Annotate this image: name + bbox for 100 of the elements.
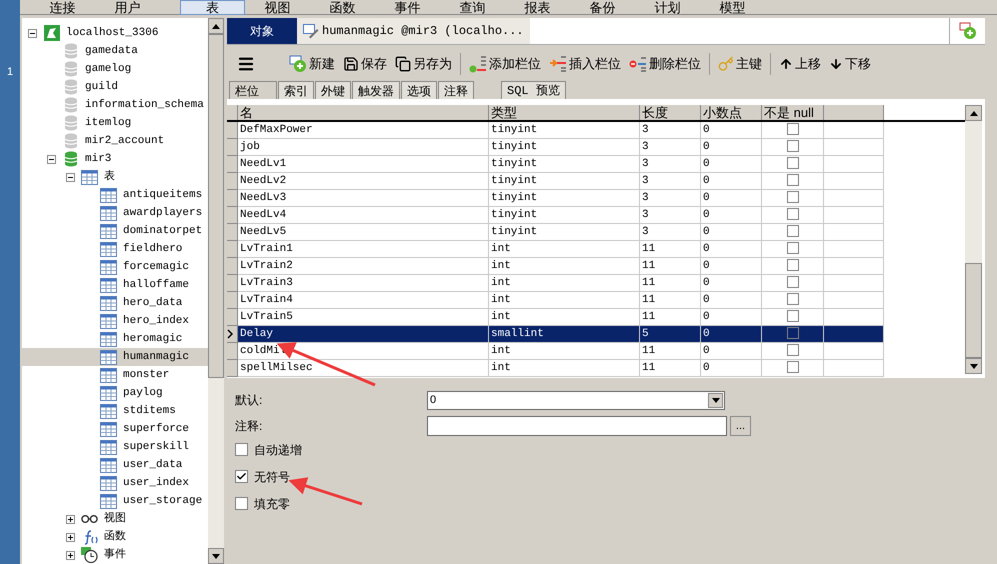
tree-item[interactable]: 事件 bbox=[22, 546, 208, 564]
tree-item[interactable]: user_storage bbox=[22, 492, 208, 510]
tree-item[interactable]: mir3 bbox=[22, 150, 208, 168]
menu-tab[interactable]: 计划 bbox=[635, 0, 700, 14]
checkbox[interactable] bbox=[786, 344, 798, 356]
tree-item[interactable]: heromagic bbox=[22, 330, 208, 348]
scroll-down-icon[interactable] bbox=[970, 364, 978, 368]
menu-tab[interactable]: 报表 bbox=[505, 0, 570, 14]
table-row[interactable]: DefMaxPower tinyint 3 0 bbox=[227, 122, 965, 139]
checkbox[interactable] bbox=[786, 123, 798, 135]
default-dropdown[interactable]: 0 bbox=[427, 390, 725, 410]
tree-item[interactable]: humanmagic bbox=[22, 348, 208, 366]
column-header[interactable]: 类型 bbox=[489, 105, 640, 120]
checkbox[interactable] bbox=[786, 208, 798, 220]
tree-item[interactable]: superforce bbox=[22, 420, 208, 438]
scroll-down-icon[interactable] bbox=[212, 554, 220, 558]
checkbox[interactable] bbox=[786, 259, 798, 271]
collapse-icon[interactable] bbox=[28, 28, 37, 38]
checkbox[interactable] bbox=[786, 293, 798, 305]
column-header[interactable]: 长度 bbox=[640, 105, 701, 120]
tree-item[interactable]: 表 bbox=[22, 168, 208, 186]
toolbar-button[interactable]: 保存 bbox=[343, 54, 387, 74]
tree-item[interactable]: monster bbox=[22, 366, 208, 384]
tree-item[interactable]: user_index bbox=[22, 474, 208, 492]
tree-item[interactable]: 视图 bbox=[22, 510, 208, 528]
menu-tab[interactable]: 视图 bbox=[245, 0, 310, 14]
object-tab[interactable]: humanmagic @mir3 (localho... bbox=[297, 18, 530, 44]
checkbox[interactable] bbox=[786, 242, 798, 254]
checkbox[interactable] bbox=[235, 497, 248, 510]
expand-icon[interactable] bbox=[66, 550, 75, 560]
field-tab[interactable]: 外键 bbox=[315, 81, 351, 99]
checkbox[interactable] bbox=[786, 174, 798, 186]
row-header[interactable] bbox=[227, 326, 238, 343]
tree-item[interactable]: dominatorpet bbox=[22, 222, 208, 240]
table-row[interactable]: NeedLv3 tinyint 3 0 bbox=[227, 190, 965, 207]
table-row[interactable]: LvTrain4 int 11 0 bbox=[227, 292, 965, 309]
table-row[interactable]: LvTrain1 int 11 0 bbox=[227, 241, 965, 258]
menu-icon[interactable] bbox=[237, 54, 255, 72]
menu-tab[interactable]: 连接 bbox=[30, 0, 95, 14]
table-row[interactable]: Delay smallint 5 0 bbox=[227, 326, 965, 343]
menu-tab[interactable]: 函数 bbox=[310, 0, 375, 14]
table-row[interactable]: LvTrain3 int 11 0 bbox=[227, 275, 965, 292]
table-row[interactable]: spellMilsec int 11 0 bbox=[227, 360, 965, 377]
tree-item[interactable]: hero_data bbox=[22, 294, 208, 312]
field-tab[interactable]: 选项 bbox=[401, 81, 437, 99]
tree-item[interactable]: forcemagic bbox=[22, 258, 208, 276]
checkbox[interactable] bbox=[786, 157, 798, 169]
expand-icon[interactable] bbox=[66, 532, 75, 542]
tree-item[interactable]: stditems bbox=[22, 402, 208, 420]
menu-tab[interactable]: 用户 bbox=[95, 0, 160, 14]
toolbar-button[interactable]: 主键 bbox=[718, 54, 762, 74]
ellipsis-button[interactable]: ... bbox=[730, 416, 751, 436]
tree-item[interactable]: 函数 bbox=[22, 528, 208, 546]
checkbox[interactable] bbox=[786, 310, 798, 322]
checkbox[interactable] bbox=[786, 361, 798, 373]
expand-icon[interactable] bbox=[66, 514, 75, 524]
object-tab[interactable]: 对象 bbox=[227, 18, 297, 44]
table-row[interactable]: job tinyint 3 0 bbox=[227, 139, 965, 156]
toolbar-button[interactable]: 删除栏位 bbox=[629, 54, 701, 74]
scroll-up-icon[interactable] bbox=[970, 110, 978, 116]
table-row[interactable]: NeedLv4 tinyint 3 0 bbox=[227, 207, 965, 224]
tree-item[interactable]: information_schema bbox=[22, 96, 208, 114]
tree-item[interactable]: antiqueitems bbox=[22, 186, 208, 204]
menu-tab[interactable]: 查询 bbox=[440, 0, 505, 14]
field-tab[interactable]: SQL 预览 bbox=[501, 81, 566, 99]
tree-item[interactable]: hero_index bbox=[22, 312, 208, 330]
table-row[interactable]: LvTrain2 int 11 0 bbox=[227, 258, 965, 275]
new-table-icon[interactable] bbox=[958, 22, 976, 40]
menu-tab[interactable]: 表 bbox=[180, 0, 245, 14]
field-tab[interactable]: 注释 bbox=[438, 81, 474, 99]
comment-field[interactable] bbox=[427, 416, 727, 436]
checkbox[interactable] bbox=[786, 225, 798, 237]
tree-item[interactable]: gamelog bbox=[22, 60, 208, 78]
collapse-icon[interactable] bbox=[66, 172, 75, 182]
tree-item[interactable]: awardplayers bbox=[22, 204, 208, 222]
scrollbar[interactable] bbox=[208, 18, 224, 564]
toolbar-button[interactable]: 添加栏位 bbox=[469, 54, 541, 74]
tree-item[interactable]: paylog bbox=[22, 384, 208, 402]
scrollbar[interactable] bbox=[965, 105, 982, 374]
menu-tab[interactable]: 备份 bbox=[570, 0, 635, 14]
tree-item[interactable]: localhost_3306 bbox=[22, 24, 208, 42]
checkbox[interactable] bbox=[786, 191, 798, 203]
collapse-icon[interactable] bbox=[47, 154, 56, 164]
tree-item[interactable]: gamedata bbox=[22, 42, 208, 60]
checkbox[interactable] bbox=[786, 327, 798, 339]
tree-item[interactable]: guild bbox=[22, 78, 208, 96]
toolbar-button[interactable]: 上移 bbox=[779, 54, 821, 74]
tree-item[interactable]: user_data bbox=[22, 456, 208, 474]
menu-tab[interactable]: 事件 bbox=[375, 0, 440, 14]
column-header[interactable]: 不是 null bbox=[762, 105, 824, 120]
column-header[interactable]: 小数点 bbox=[701, 105, 762, 120]
tree-item[interactable]: superskill bbox=[22, 438, 208, 456]
field-tab[interactable]: 触发器 bbox=[352, 81, 400, 99]
column-header[interactable]: 名 bbox=[238, 105, 489, 120]
toolbar-button[interactable]: 新建 bbox=[289, 54, 335, 74]
checkbox[interactable] bbox=[235, 470, 248, 483]
table-row[interactable]: NeedLv5 tinyint 3 0 bbox=[227, 224, 965, 241]
checkbox[interactable] bbox=[786, 276, 798, 288]
tree-item[interactable]: itemlog bbox=[22, 114, 208, 132]
tree-item[interactable]: halloffame bbox=[22, 276, 208, 294]
